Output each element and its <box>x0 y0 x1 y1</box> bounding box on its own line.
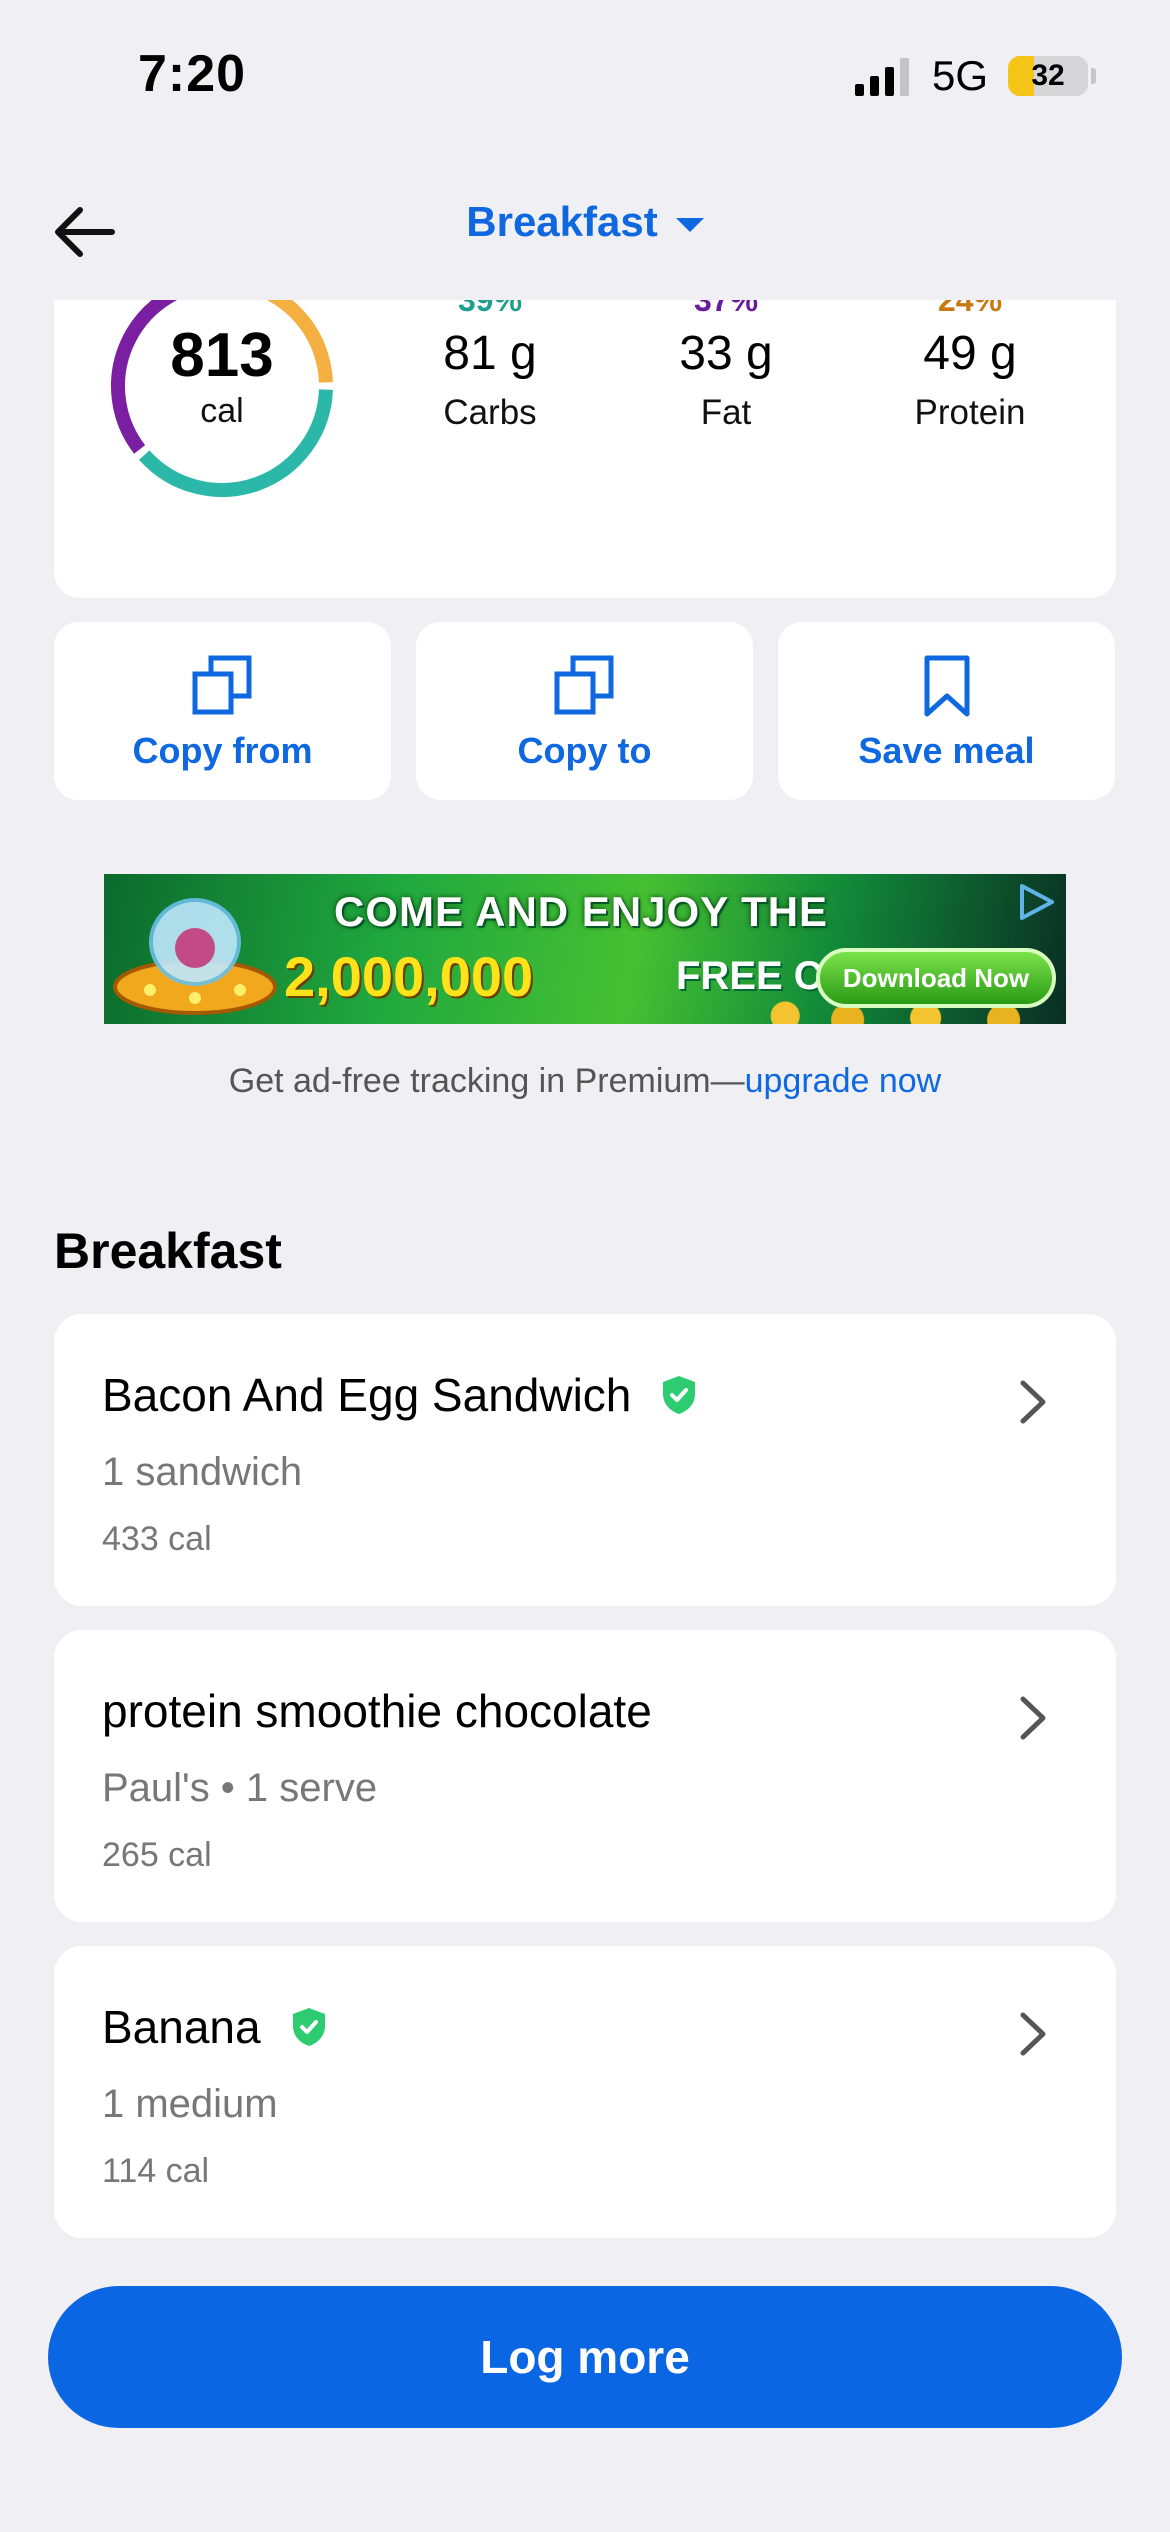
battery-nub <box>1091 68 1096 84</box>
food-serving: 1 sandwich <box>102 1450 303 1494</box>
chevron-right-icon <box>1020 1696 1046 1740</box>
macro-grams: 33 g <box>679 327 773 380</box>
food-item[interactable]: Banana 1 medium 114 cal <box>54 1946 1116 2238</box>
nutrition-summary-card: 813 cal 39% 81 g Carbs 37% 33 g Fat 24% … <box>54 300 1116 598</box>
ad-amount: 2,000,000 <box>284 945 534 1008</box>
nav-title: Breakfast <box>466 198 658 245</box>
verified-shield-icon <box>663 1376 696 1414</box>
calories-unit: cal <box>200 392 244 430</box>
ad-download-button[interactable]: Download Now <box>816 948 1056 1008</box>
macro-label: Protein <box>914 393 1026 432</box>
food-serving: Paul's • 1 serve <box>102 1766 378 1810</box>
food-name: Bacon And Egg Sandwich <box>102 1369 632 1421</box>
network-type: 5G <box>932 52 989 99</box>
food-name: protein smoothie chocolate <box>102 1685 652 1737</box>
battery-icon: 32 <box>1008 56 1088 96</box>
nav-bar: Breakfast <box>0 180 1170 290</box>
macro-label: Fat <box>700 393 752 432</box>
chevron-right-icon <box>1020 2012 1046 2056</box>
macro-percent: 39% <box>457 300 523 318</box>
copy-from-button[interactable]: Copy from <box>54 622 391 800</box>
ad-banner[interactable]: COME AND ENJOY THE 2,000,000 FREE COINS!… <box>104 874 1066 1024</box>
ufo-icon <box>113 898 277 1015</box>
bookmark-icon <box>924 655 969 717</box>
food-name: Banana <box>102 2001 261 2053</box>
upgrade-link[interactable]: upgrade now <box>745 1062 942 1100</box>
screen: 7:20 5G 32 Breakfast 813 cal 39% 81 g Ca… <box>0 0 1170 2532</box>
macro-percent: 37% <box>693 300 759 318</box>
ad-choices-icon[interactable] <box>1014 880 1058 924</box>
premium-text: Get ad-free tracking in Premium— <box>228 1062 745 1100</box>
food-item[interactable]: protein smoothie chocolate Paul's • 1 se… <box>54 1630 1116 1922</box>
macro-grams: 81 g <box>443 327 537 380</box>
status-bar: 7:20 5G 32 <box>0 0 1170 150</box>
premium-note: Get ad-free tracking in Premium—upgrade … <box>0 1062 1170 1101</box>
log-more-button[interactable]: Log more <box>48 2286 1122 2428</box>
macro-fat: 37% 33 g Fat <box>636 300 816 433</box>
macro-protein: 24% 49 g Protein <box>880 300 1060 433</box>
battery-level: 32 <box>1031 59 1065 92</box>
macro-label: Carbs <box>443 393 537 432</box>
copy-to-button[interactable]: Copy to <box>416 622 753 800</box>
signal-icon <box>855 58 909 96</box>
section-title: Breakfast <box>54 1223 282 1279</box>
macro-grams: 49 g <box>923 327 1017 380</box>
calories-value: 813 <box>170 321 274 390</box>
meal-selector[interactable]: Breakfast <box>466 198 704 246</box>
copy-to-label: Copy to <box>517 730 652 771</box>
macro-carbs: 39% 81 g Carbs <box>400 300 580 433</box>
save-meal-button[interactable]: Save meal <box>778 622 1115 800</box>
food-calories: 114 cal <box>102 2152 210 2190</box>
copy-from-label: Copy from <box>132 730 313 771</box>
food-calories: 265 cal <box>102 1836 212 1874</box>
food-item[interactable]: Bacon And Egg Sandwich 1 sandwich 433 ca… <box>54 1314 1116 1606</box>
food-calories: 433 cal <box>102 1520 212 1558</box>
copy-icon <box>554 655 613 715</box>
macro-percent: 24% <box>937 300 1003 318</box>
status-time: 7:20 <box>138 45 247 103</box>
chevron-right-icon <box>1020 1380 1046 1424</box>
food-serving: 1 medium <box>102 2082 278 2126</box>
copy-icon <box>192 655 251 715</box>
caret-down-icon <box>675 218 704 232</box>
ad-headline: COME AND ENJOY THE <box>334 888 829 935</box>
verified-shield-icon <box>292 2008 325 2046</box>
save-meal-label: Save meal <box>858 730 1035 771</box>
